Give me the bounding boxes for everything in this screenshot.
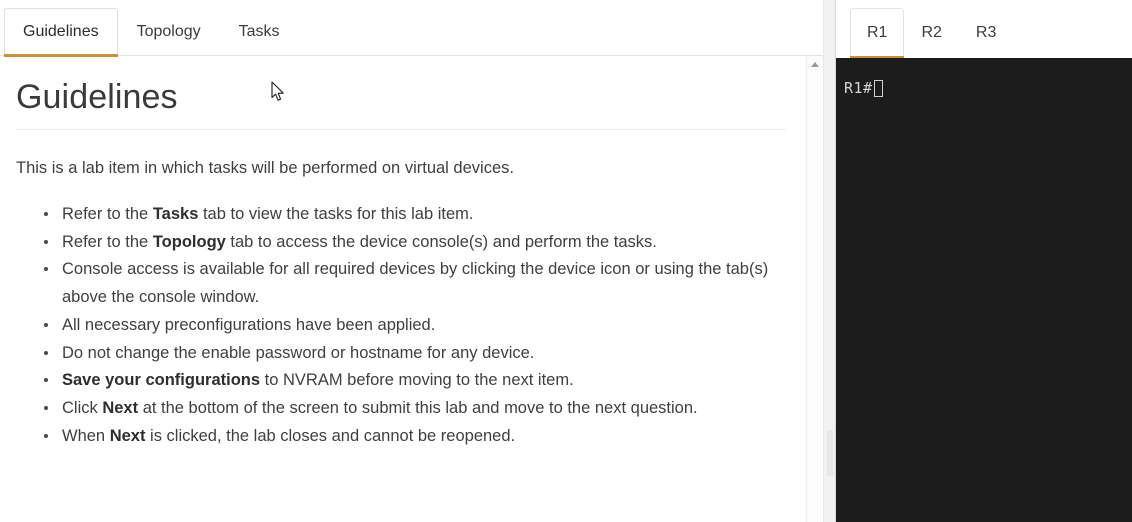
- guideline-text: tab to access the device console(s) and …: [225, 232, 657, 251]
- guideline-text: All necessary preconfigurations have bee…: [62, 315, 436, 334]
- scrollbar-track[interactable]: [807, 72, 823, 522]
- guideline-item: Do not change the enable password or hos…: [44, 340, 776, 368]
- content-scrollbar[interactable]: [806, 56, 823, 522]
- tab-tasks-label: Tasks: [238, 23, 280, 40]
- tab-guidelines-label: Guidelines: [23, 23, 99, 40]
- terminal-prompt: R1#: [844, 79, 873, 97]
- guideline-item: Refer to the Tasks tab to view the tasks…: [44, 201, 776, 229]
- guideline-item: Click Next at the bottom of the screen t…: [44, 395, 776, 423]
- vertical-grip-icon[interactable]: [827, 430, 832, 476]
- tab-topology[interactable]: Topology: [118, 8, 220, 56]
- tab-tasks[interactable]: Tasks: [220, 8, 299, 56]
- guideline-emphasis: Next: [109, 426, 146, 445]
- terminal-line: R1#: [844, 80, 1132, 97]
- terminal-console[interactable]: R1#: [836, 58, 1132, 522]
- guideline-text: to NVRAM before moving to the next item.: [260, 371, 574, 390]
- page-title: Guidelines: [16, 78, 178, 116]
- guideline-emphasis: Tasks: [152, 205, 199, 224]
- console-tab-r1-label: R1: [867, 24, 888, 41]
- guideline-text: Console access is available for all requ…: [62, 260, 769, 307]
- console-tab-r2[interactable]: R2: [904, 8, 958, 58]
- console-tab-r3-label: R3: [975, 24, 997, 41]
- guideline-text: is clicked, the lab closes and cannot be…: [145, 426, 516, 445]
- guideline-item: Console access is available for all requ…: [44, 256, 776, 311]
- guidelines-content: Guidelines This is a lab item in which t…: [0, 56, 806, 522]
- guideline-text: tab to view the tasks for this lab item.: [198, 205, 474, 224]
- guideline-item: Save your configurations to NVRAM before…: [44, 367, 776, 395]
- title-divider: [16, 129, 786, 131]
- guidelines-list: Refer to the Tasks tab to view the tasks…: [16, 201, 776, 450]
- tab-guidelines[interactable]: Guidelines: [4, 8, 118, 57]
- console-tab-r3[interactable]: R3: [959, 8, 1013, 58]
- guideline-emphasis: Topology: [152, 232, 226, 251]
- guideline-item: All necessary preconfigurations have bee…: [44, 312, 776, 340]
- guideline-text: Click: [62, 399, 103, 418]
- guideline-text: Refer to the: [62, 232, 153, 251]
- block-cursor-icon: [873, 80, 883, 97]
- console-tab-r1[interactable]: R1: [850, 8, 905, 60]
- guideline-emphasis: Save your configurations: [62, 371, 261, 390]
- guideline-text: Do not change the enable password or hos…: [62, 343, 535, 362]
- left-tabbar: Guidelines Topology Tasks: [0, 0, 823, 57]
- guideline-text: Refer to the: [62, 205, 153, 224]
- intro-paragraph: This is a lab item in which tasks will b…: [16, 159, 514, 178]
- guideline-text: When: [62, 426, 110, 445]
- console-tab-r2-label: R2: [921, 24, 942, 41]
- lab-exam-window: Guidelines Topology Tasks Guidelines Thi…: [0, 0, 1132, 522]
- console-tabbar: R1 R2 R3: [836, 0, 1132, 60]
- guideline-item: Refer to the Topology tab to access the …: [44, 229, 776, 257]
- guideline-emphasis: Next: [102, 399, 139, 418]
- console-panel: R1 R2 R3 R1#: [836, 0, 1132, 522]
- guideline-item: When Next is clicked, the lab closes and…: [44, 423, 776, 451]
- guideline-text: at the bottom of the screen to submit th…: [138, 399, 698, 418]
- tab-topology-label: Topology: [136, 23, 201, 40]
- scroll-up-arrow-icon[interactable]: [807, 56, 823, 72]
- guidelines-content-wrap: Guidelines This is a lab item in which t…: [0, 56, 823, 522]
- panel-splitter[interactable]: [823, 0, 836, 522]
- guidelines-panel: Guidelines Topology Tasks Guidelines Thi…: [0, 0, 823, 522]
